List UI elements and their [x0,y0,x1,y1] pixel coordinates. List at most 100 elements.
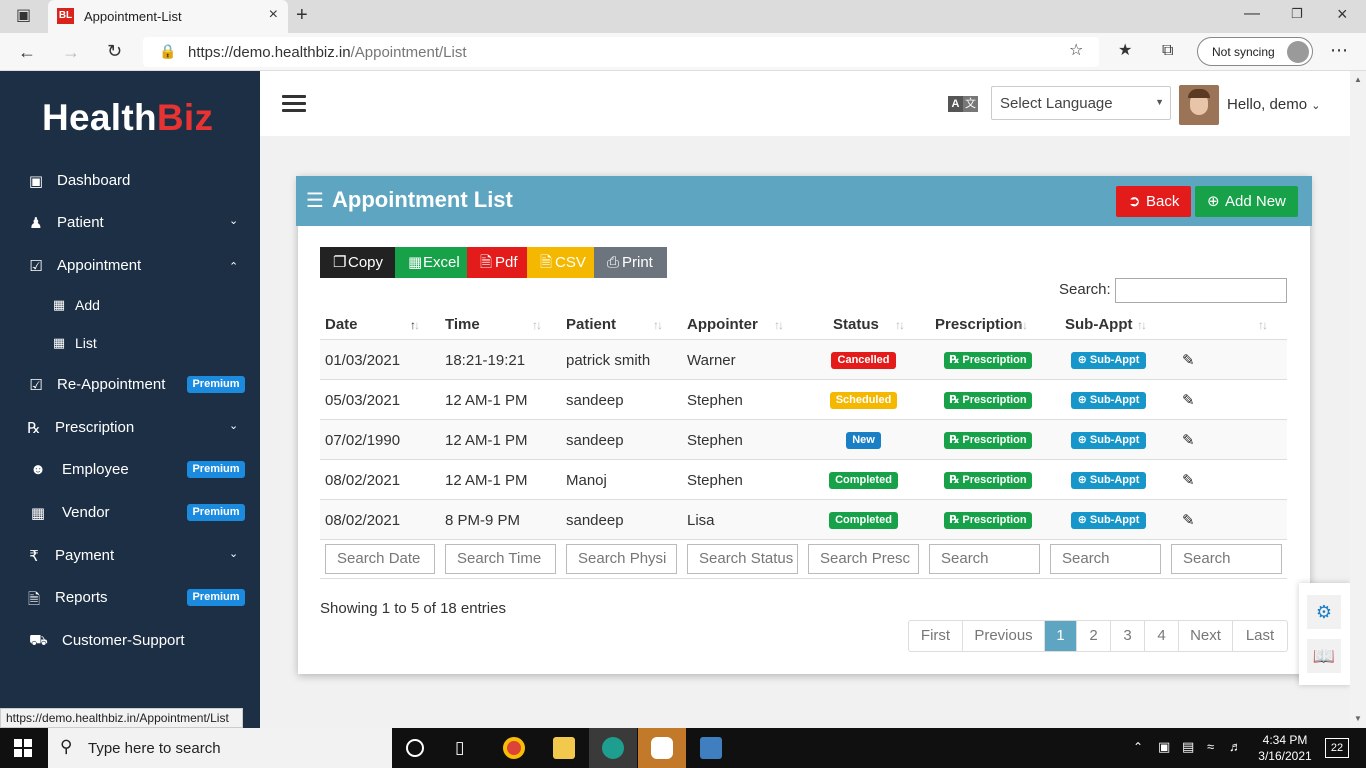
url-field[interactable]: 🔒 https://demo.healthbiz.in/Appointment/… [143,37,1099,67]
scroll-up-icon[interactable]: ▲ [1354,75,1362,84]
csv-button[interactable]: 🗎 CSV [527,247,594,278]
gear-icon[interactable]: ⚙ [1307,595,1341,629]
scroll-down-icon[interactable]: ▼ [1354,714,1362,723]
edit-icon[interactable]: ✎ [1182,511,1195,529]
excel-button[interactable]: ▦ Excel [395,247,467,278]
forward-arrow-icon[interactable]: → [62,43,80,61]
back-button[interactable]: ➲ Back [1116,186,1191,217]
sidebar-item-list[interactable]: ▦ List [0,328,260,360]
sidebar-item-customer-support[interactable]: ⛟ Customer-Support [0,625,260,657]
column-header-prescription[interactable]: Prescription [935,316,1023,333]
edit-icon[interactable]: ✎ [1182,431,1195,449]
sidebar-item-patient[interactable]: ♟ Patient ⌄ [0,207,260,239]
user-menu[interactable]: Hello, demo ⌄ [1227,96,1320,113]
favorites-icon[interactable]: ★ [1118,43,1132,59]
prescription-button[interactable]: ℞ Prescription [944,392,1032,409]
file-explorer-icon[interactable] [540,728,588,768]
search-status-input[interactable]: Search Presc [808,544,919,574]
sidebar-item-vendor[interactable]: ▦ Vendor Premium [0,497,260,529]
logo[interactable]: HealthBiz [42,97,213,139]
slack-icon[interactable] [638,728,686,768]
lock-icon[interactable]: 🔒 [159,44,176,58]
avatar[interactable] [1179,85,1219,125]
page-2-button[interactable]: 2 [1077,621,1111,651]
column-header-sub-appt[interactable]: Sub-Appt [1065,316,1132,333]
chrome-icon[interactable] [490,728,538,768]
back-arrow-icon[interactable]: ← [18,43,36,61]
minimize-icon[interactable]: — [1244,6,1260,22]
page-last-button[interactable]: Last [1233,621,1287,651]
search-patient-input[interactable]: Search Physi [566,544,677,574]
notification-center-icon[interactable]: 22 [1325,738,1349,758]
sidebar-item-re-appointment[interactable]: ☑ Re-Appointment Premium [0,369,260,401]
sub-appt-button[interactable]: ⊕ Sub-Appt [1071,392,1146,409]
print-button[interactable]: ⎙ Print [594,247,667,278]
sub-appt-button[interactable]: ⊕ Sub-Appt [1071,512,1146,529]
sidebar-item-reports[interactable]: 🗎 Reports Premium [0,582,260,614]
column-header-time[interactable]: Time [445,316,480,333]
chevron-up-icon[interactable]: ⌃ [1133,740,1143,754]
sidebar-item-appointment[interactable]: ☑ Appointment ⌃ [0,250,260,282]
collections-icon[interactable]: ⧉ [1162,43,1173,59]
edit-icon[interactable]: ✎ [1182,351,1195,369]
refresh-icon[interactable]: ↻ [107,42,122,60]
sub-appt-button[interactable]: ⊕ Sub-Appt [1071,432,1146,449]
add-favorite-icon[interactable]: ☆ [1069,43,1083,59]
sub-appt-button[interactable]: ⊕ Sub-Appt [1071,352,1146,369]
sync-button[interactable]: Not syncing [1197,37,1313,66]
page-1-button[interactable]: 1 [1045,621,1077,651]
clock[interactable]: 4:34 PM 3/16/2021 [1255,732,1315,764]
prescription-button[interactable]: ℞ Prescription [944,352,1032,369]
photos-icon[interactable] [687,728,735,768]
new-tab-icon[interactable]: + [296,5,308,25]
search-prescription-input[interactable]: Search [929,544,1040,574]
page-previous-button[interactable]: Previous [963,621,1045,651]
search-appointer-input[interactable]: Search Status [687,544,798,574]
page-first-button[interactable]: First [909,621,963,651]
language-select[interactable]: Select Language ▼ [991,86,1171,120]
search-date-input[interactable]: Search Date [325,544,435,574]
page-4-button[interactable]: 4 [1145,621,1179,651]
add-new-button[interactable]: ⊕ Add New [1195,186,1298,217]
more-menu-icon[interactable]: ⋯ [1330,41,1348,59]
copy-button[interactable]: ❐ Copy [320,247,395,278]
scrollbar[interactable]: ▲ ▼ [1350,71,1366,728]
battery-icon[interactable]: ▤ [1182,739,1194,755]
windows-start-icon[interactable] [14,739,32,757]
close-tab-icon[interactable]: × [269,6,278,24]
prescription-button[interactable]: ℞ Prescription [944,432,1032,449]
search-action-input[interactable]: Search [1171,544,1282,574]
search-time-input[interactable]: Search Time [445,544,556,574]
cortana-icon[interactable] [406,739,424,757]
prescription-button[interactable]: ℞ Prescription [944,472,1032,489]
pdf-button[interactable]: 🗎 Pdf [467,247,527,278]
book-icon[interactable]: 📖 [1307,639,1341,673]
edit-icon[interactable]: ✎ [1182,391,1195,409]
sidebar-item-prescription[interactable]: ℞ Prescription ⌄ [0,412,260,444]
edge-icon[interactable] [589,728,637,768]
edit-icon[interactable]: ✎ [1182,471,1195,489]
close-window-icon[interactable]: × [1337,5,1348,23]
search-sub-appt-input[interactable]: Search [1050,544,1161,574]
taskbar-search[interactable]: ⚲ Type here to search [48,728,392,768]
task-view-icon[interactable]: ▯ [455,738,464,758]
sidebar-item-payment[interactable]: ₹ Payment ⌄ [0,540,260,572]
column-header-appointer[interactable]: Appointer [687,316,758,333]
wifi-icon[interactable]: ≈ [1207,739,1214,754]
window-menu-icon[interactable]: ▣ [16,8,31,24]
prescription-button[interactable]: ℞ Prescription [944,512,1032,529]
column-header-date[interactable]: Date [325,316,358,333]
column-header-patient[interactable]: Patient [566,316,616,333]
page-next-button[interactable]: Next [1179,621,1233,651]
restore-icon[interactable]: ❐ [1291,7,1303,20]
sidebar-item-dashboard[interactable]: ▣ Dashboard [0,165,260,197]
page-3-button[interactable]: 3 [1111,621,1145,651]
column-header-status[interactable]: Status [833,316,879,333]
browser-tab[interactable]: BL Appointment-List × [48,0,288,33]
hamburger-menu-icon[interactable] [282,95,306,113]
sidebar-item-employee[interactable]: ☻ Employee Premium [0,454,260,486]
search-input[interactable] [1115,278,1287,303]
sub-appt-button[interactable]: ⊕ Sub-Appt [1071,472,1146,489]
sidebar-item-add[interactable]: ▦ Add [0,290,260,322]
device-icon[interactable]: ▣ [1158,739,1170,755]
